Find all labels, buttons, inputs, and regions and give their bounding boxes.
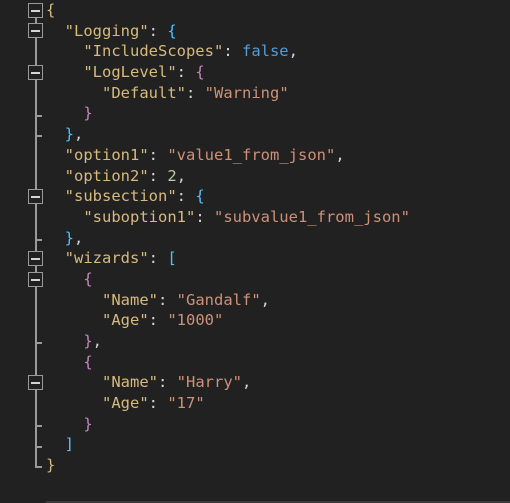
code-line[interactable]: "option2": 2, bbox=[46, 166, 510, 187]
code-line[interactable]: "Age": "17" bbox=[46, 393, 510, 414]
fold-guide-end-tick bbox=[35, 466, 42, 469]
code-line[interactable]: "Logging": { bbox=[46, 21, 510, 42]
code-line[interactable]: }, bbox=[46, 331, 510, 352]
code-line[interactable]: "Name": "Gandalf", bbox=[46, 290, 510, 311]
fold-guide-line bbox=[35, 285, 37, 343]
code-line[interactable]: ] bbox=[46, 434, 510, 455]
fold-marker-wizards[interactable] bbox=[28, 250, 43, 266]
code-line[interactable]: }, bbox=[46, 228, 510, 249]
json-editor[interactable]: { "Logging": { "IncludeScopes": false, "… bbox=[0, 0, 510, 503]
code-line[interactable]: } bbox=[46, 103, 510, 124]
fold-guide-end-tick bbox=[35, 425, 42, 427]
code-line[interactable]: "Age": "1000" bbox=[46, 310, 510, 331]
code-line[interactable]: { bbox=[46, 0, 510, 21]
fold-marker-wizard-1[interactable] bbox=[28, 375, 43, 391]
fold-marker-logging[interactable] bbox=[28, 23, 43, 39]
code-line[interactable]: } bbox=[46, 455, 510, 476]
code-line[interactable]: "Default": "Warning" bbox=[46, 83, 510, 104]
fold-guide-end-tick bbox=[35, 342, 42, 345]
code-line[interactable]: }, bbox=[46, 124, 510, 145]
fold-guide-line bbox=[35, 78, 37, 115]
code-line[interactable] bbox=[46, 476, 510, 497]
fold-guide-end-tick bbox=[35, 238, 42, 241]
fold-guide-end-tick bbox=[35, 445, 42, 448]
fold-guide-line bbox=[35, 202, 37, 239]
code-line[interactable]: "LogLevel": { bbox=[46, 62, 510, 83]
fold-guide-end-tick bbox=[35, 135, 42, 138]
fold-marker-root-object[interactable] bbox=[28, 2, 43, 18]
code-line[interactable]: { bbox=[46, 269, 510, 290]
code-line[interactable]: { bbox=[46, 352, 510, 373]
code-line[interactable]: "IncludeScopes": false, bbox=[46, 41, 510, 62]
code-line[interactable]: "wizards": [ bbox=[46, 248, 510, 269]
code-line[interactable]: "Name": "Harry", bbox=[46, 372, 510, 393]
code-content[interactable]: { "Logging": { "IncludeScopes": false, "… bbox=[46, 0, 510, 503]
fold-marker-wizard-0[interactable] bbox=[28, 271, 43, 287]
fold-marker-loglevel[interactable] bbox=[28, 64, 43, 80]
editor-gutter[interactable] bbox=[0, 0, 46, 503]
fold-marker-subsection[interactable] bbox=[28, 188, 43, 204]
code-line[interactable]: } bbox=[46, 414, 510, 435]
fold-guide-end-tick bbox=[35, 114, 42, 117]
code-line[interactable]: "suboption1": "subvalue1_from_json" bbox=[46, 207, 510, 228]
code-line[interactable]: "subsection": { bbox=[46, 186, 510, 207]
code-line[interactable]: "option1": "value1_from_json", bbox=[46, 145, 510, 166]
